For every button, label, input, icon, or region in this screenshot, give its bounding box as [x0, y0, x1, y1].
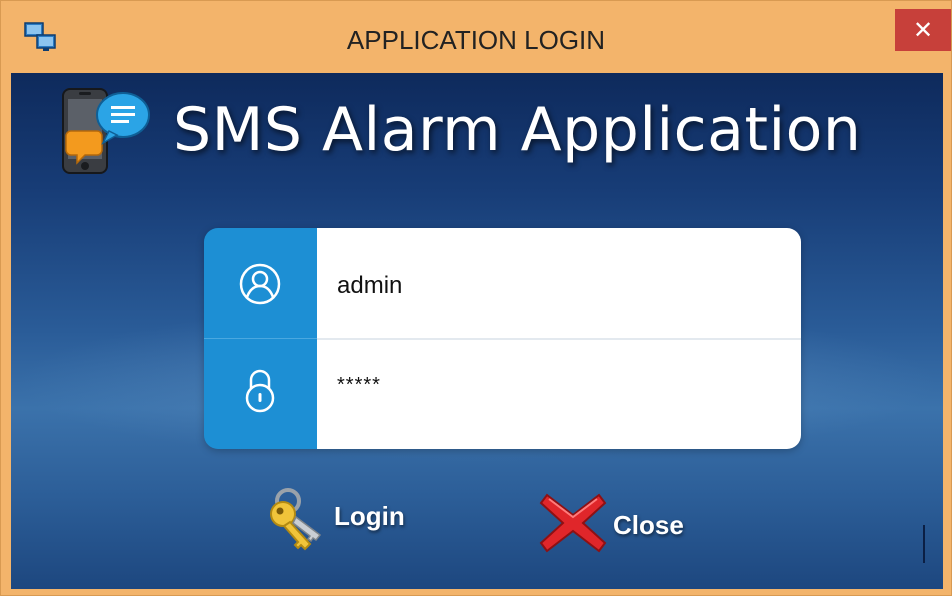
phone-chat-bubbles-icon [62, 88, 150, 174]
login-button-label: Login [334, 500, 405, 531]
window-close-button[interactable]: ✕ [895, 9, 951, 51]
password-field[interactable] [337, 374, 777, 397]
username-field[interactable] [337, 272, 777, 300]
close-icon: ✕ [912, 16, 934, 44]
login-window: APPLICATION LOGIN ✕ SMS Alarm Applicatio… [0, 0, 952, 596]
login-panel [204, 228, 801, 449]
close-button[interactable]: Close [539, 491, 684, 555]
field-icon-column [204, 228, 317, 449]
window-title: APPLICATION LOGIN [346, 25, 606, 55]
close-button-label: Close [613, 509, 684, 540]
keys-icon [270, 488, 322, 551]
login-button[interactable]: Login [266, 487, 405, 555]
app-title: SMS Alarm Application [173, 95, 862, 165]
user-icon [239, 263, 281, 305]
lock-icon [245, 369, 275, 413]
field-divider [204, 338, 317, 339]
scroll-indicator [923, 525, 925, 563]
title-bar[interactable]: APPLICATION LOGIN ✕ [1, 1, 951, 73]
red-x-icon [539, 493, 607, 553]
field-input-column [317, 228, 801, 449]
login-client-area: SMS Alarm Application admin ***** Login … [11, 73, 943, 589]
field-divider [317, 338, 801, 340]
